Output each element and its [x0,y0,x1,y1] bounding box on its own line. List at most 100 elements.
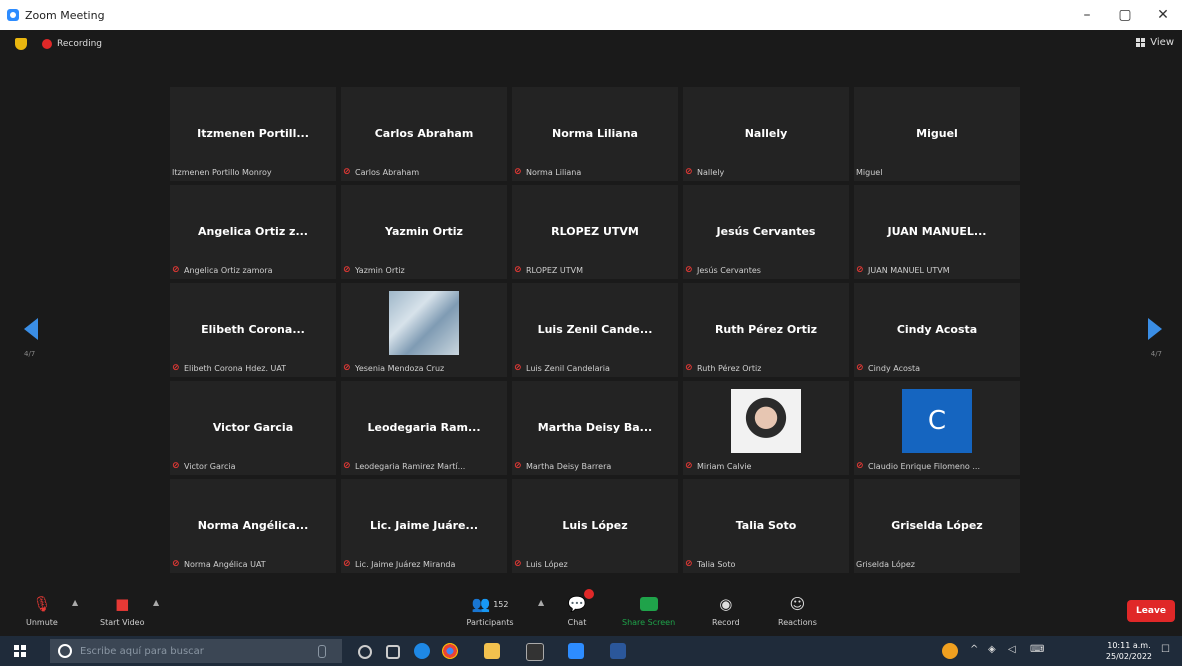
security-shield-icon[interactable] [15,38,27,50]
participant-tile[interactable]: Itzmenen Portill... Itzmenen Portillo Mon… [170,87,336,181]
muted-microphone-icon: ⊘ [685,363,693,373]
participant-name-label: ⊘ RLOPEZ UTVM [514,265,583,275]
participant-name-text: Elibeth Corona Hdez. UAT [184,363,287,373]
windows-taskbar: Escribe aquí para buscar ^ ◈ ◁ ⌨ 10:11 a… [0,636,1182,666]
muted-microphone-icon: 🎙 [32,595,52,613]
edge-browser-icon[interactable] [414,643,430,659]
participant-tile[interactable]: Victor Garcia ⊘ Victor Garcia [170,381,336,475]
participant-tile[interactable]: Lic. Jaime Juáre... ⊘ Lic. Jaime Juárez Mi… [341,479,507,573]
participant-tile[interactable]: Carlos Abraham ⊘ Carlos Abraham [341,87,507,181]
file-explorer-icon[interactable] [484,643,500,659]
participant-name-label: Itzmenen Portillo Monroy [172,168,272,177]
participant-tile[interactable]: Luis López ⊘ Luis López [512,479,678,573]
action-center-icon[interactable]: ☐ [1161,644,1170,655]
participant-tile[interactable]: Cindy Acosta ⊘ Cindy Acosta [854,283,1020,377]
volume-icon[interactable]: ◁ [1008,644,1016,655]
participant-display-name: Talia Soto [735,519,797,532]
participants-count: 152 [493,599,509,609]
zoom-taskbar-icon[interactable] [568,643,584,659]
record-label: Record [712,618,740,627]
participant-name-label: ⊘ Claudio Enrique Filomeno ... [856,461,980,471]
muted-microphone-icon: ⊘ [343,461,351,471]
participant-tile[interactable]: C ⊘ Claudio Enrique Filomeno ... [854,381,1020,475]
participant-name-text: Victor Garcia [184,461,236,471]
start-video-label: Start Video [100,618,145,627]
keyboard-icon[interactable]: ⌨ [1030,644,1044,655]
meeting-top-bar [0,30,1182,58]
maximize-button[interactable]: ▢ [1106,0,1144,30]
participants-chevron-icon[interactable]: ▲ [538,598,544,607]
task-view-icon[interactable] [386,645,400,659]
taskbar-clock[interactable]: 10:11 a.m. 25/02/2022 [1106,640,1152,662]
participant-tile[interactable]: Yazmin Ortiz ⊘ Yazmin Ortiz [341,185,507,279]
view-label: View [1150,37,1174,48]
participant-tile[interactable]: Ruth Pérez Ortiz ⊘ Ruth Pérez Ortiz [683,283,849,377]
cortana-icon[interactable] [358,645,372,659]
leave-button[interactable]: Leave [1127,600,1175,622]
minimize-button[interactable]: – [1068,0,1106,30]
app-window-icon[interactable] [526,643,544,661]
participant-tile[interactable]: Martha Deisy Ba... ⊘ Martha Deisy Barrera [512,381,678,475]
next-page-arrow-icon[interactable] [1148,318,1162,340]
participant-tile[interactable]: Griselda López Griselda López [854,479,1020,573]
share-screen-button[interactable]: Share Screen [622,585,675,627]
participant-photo [389,291,459,355]
participant-tile[interactable]: Norma Liliana ⊘ Norma Liliana [512,87,678,181]
page-indicator-left: 4/7 [24,350,36,358]
windows-start-icon[interactable] [14,645,26,657]
participant-name-text: Norma Angélica UAT [184,559,266,569]
muted-microphone-icon: ⊘ [685,559,693,569]
participant-tile[interactable]: Leodegaria Ram... ⊘ Leodegaria Ramirez Mar… [341,381,507,475]
audio-options-chevron-icon[interactable]: ▲ [72,598,78,607]
clock-time: 10:11 a.m. [1107,641,1151,650]
notification-app-icon[interactable] [942,643,958,659]
reactions-button[interactable]: ☺ Reactions [778,585,817,627]
muted-microphone-icon: ⊘ [856,265,864,275]
share-screen-label: Share Screen [622,618,676,627]
previous-page-arrow-icon[interactable] [24,318,38,340]
meeting-toolbar: 🎙 Unmute ▲ ■ Start Video ▲ 👥 152 Particip… [0,585,1182,632]
chat-notification-badge [584,589,594,599]
video-options-chevron-icon[interactable]: ▲ [153,598,159,607]
participant-name-label: ⊘ Norma Liliana [514,167,581,177]
participant-tile[interactable]: Luis Zenil Cande... ⊘ Luis Zenil Candelari… [512,283,678,377]
microphone-icon[interactable] [318,645,326,658]
participant-tile[interactable]: Norma Angélica... ⊘ Norma Angélica UAT [170,479,336,573]
participant-tile[interactable]: Nallely ⊘ Nallely [683,87,849,181]
recording-label: Recording [57,39,103,49]
word-icon[interactable] [610,643,626,659]
participant-name-text: Luis López [526,559,568,569]
participant-display-name: RLOPEZ UTVM [551,225,639,238]
participant-tile[interactable]: JUAN MANUEL... ⊘ JUAN MANUEL UTVM [854,185,1020,279]
unmute-button[interactable]: 🎙 Unmute [26,585,58,627]
participant-name-label: ⊘ Jesús Cervantes [685,265,761,275]
chrome-browser-icon[interactable] [442,643,458,659]
participant-tile[interactable]: RLOPEZ UTVM ⊘ RLOPEZ UTVM [512,185,678,279]
share-screen-icon [638,593,660,615]
participant-tile[interactable]: Angelica Ortiz z... ⊘ Angelica Ortiz zamor… [170,185,336,279]
participant-name-text: Yazmin Ortiz [355,265,405,275]
smiley-reaction-icon: ☺ [789,595,806,613]
participant-tile[interactable]: Miguel Miguel [854,87,1020,181]
start-video-button[interactable]: ■ Start Video [100,585,145,627]
recording-indicator[interactable]: Recording [42,37,102,51]
network-icon[interactable]: ◈ [988,644,996,655]
participant-name-label: ⊘ Elibeth Corona Hdez. UAT [172,363,286,373]
participant-tile[interactable]: ⊘ Yesenia Mendoza Cruz [341,283,507,377]
muted-microphone-icon: ⊘ [514,461,522,471]
participant-tile[interactable]: Talia Soto ⊘ Talia Soto [683,479,849,573]
participant-tile[interactable]: Jesús Cervantes ⊘ Jesús Cervantes [683,185,849,279]
muted-microphone-icon: ⊘ [172,265,180,275]
participant-name-label: ⊘ Victor Garcia [172,461,236,471]
participant-display-name: Elibeth Corona... [201,323,305,336]
participant-name-text: Norma Liliana [526,167,582,177]
close-button[interactable]: ✕ [1144,0,1182,30]
participants-button[interactable]: 👥 152 Participants [460,585,520,627]
participant-name-text: Leodegaria Ramirez Martí... [355,461,466,471]
taskbar-search-input[interactable]: Escribe aquí para buscar [50,639,342,663]
participant-tile[interactable]: Elibeth Corona... ⊘ Elibeth Corona Hdez. U… [170,283,336,377]
show-hidden-icons-chevron-icon[interactable]: ^ [970,644,978,655]
participant-tile[interactable]: ⊘ Miriam Calvie [683,381,849,475]
view-button[interactable]: View [1136,37,1174,48]
record-button[interactable]: ◉ Record [712,585,740,627]
